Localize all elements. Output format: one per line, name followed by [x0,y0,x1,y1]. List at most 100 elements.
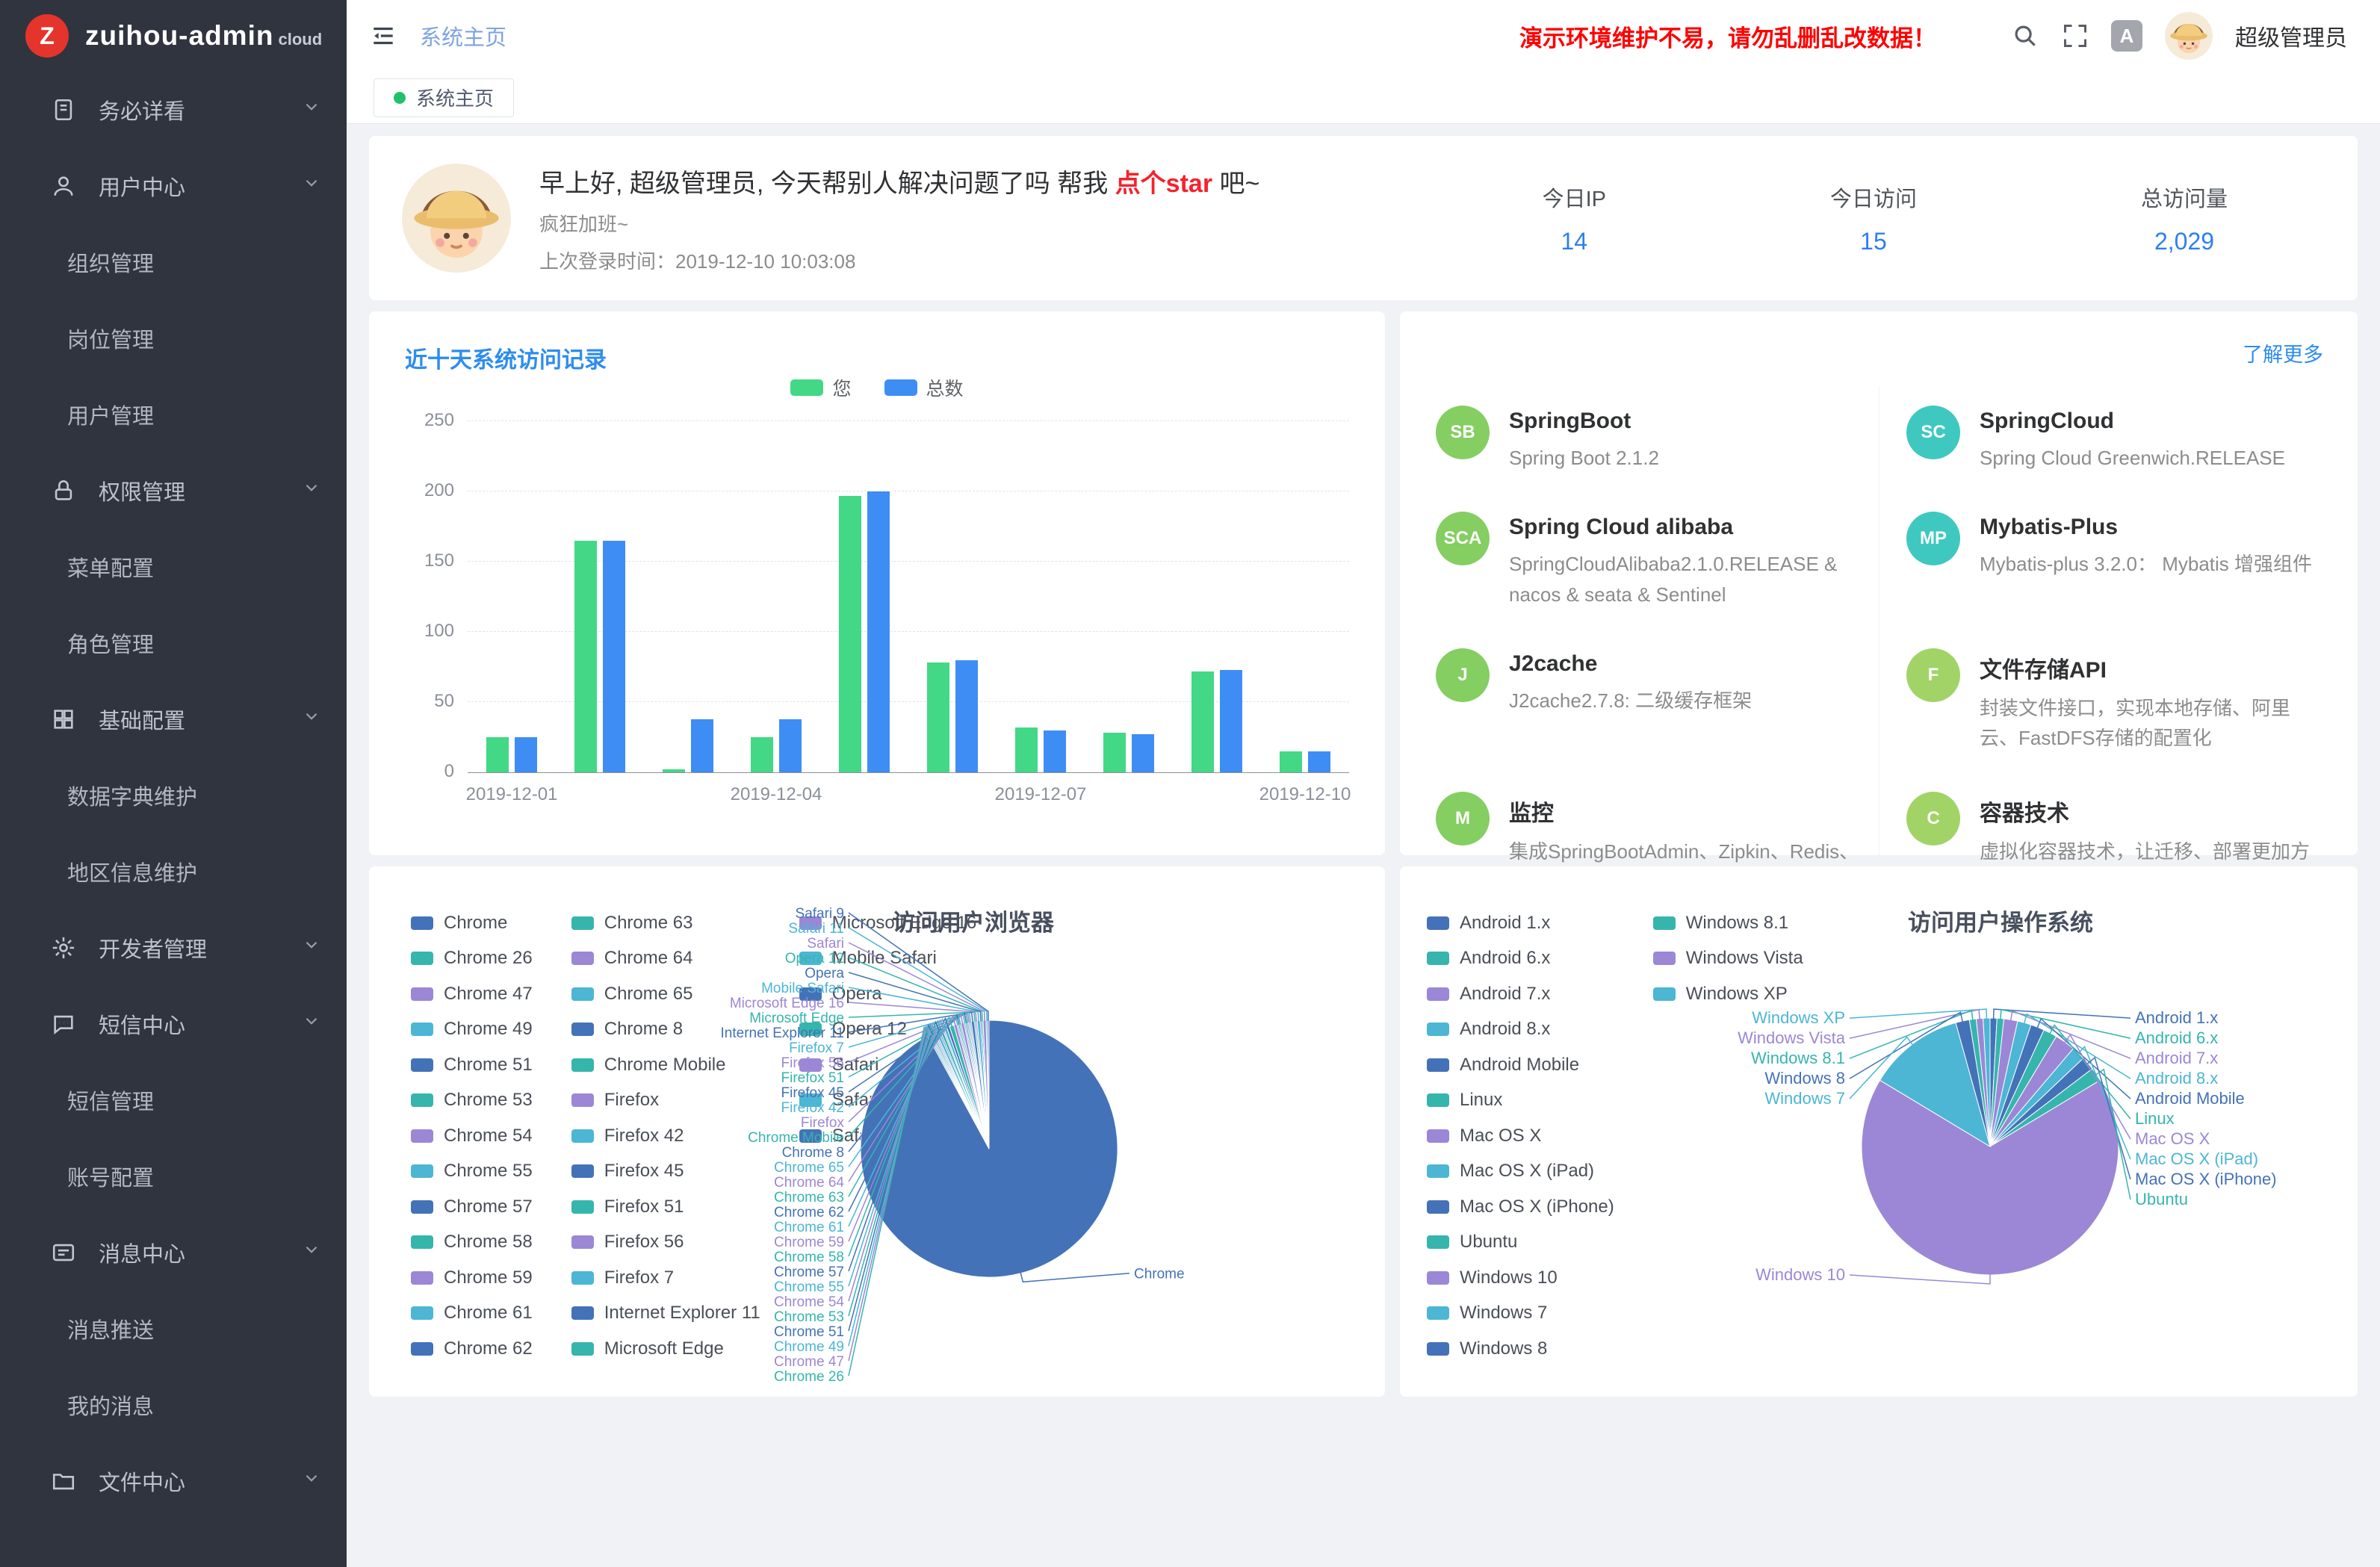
chevron-down-icon [302,707,321,732]
bar- [1015,727,1038,772]
sidebar-subitem[interactable]: 用户管理 [0,376,347,453]
sidebar-subitem-label: 用户管理 [67,399,154,430]
framework-desc: 封装文件接口，实现本地存储、阿里云、FastDFS存储的配置化 [1980,693,2313,754]
sidebar-menu: 务必详看用户中心组织管理岗位管理用户管理权限管理菜单配置角色管理基础配置数据字典… [0,72,347,1519]
pie-label: Windows 10 [1755,1265,1845,1284]
pie-label: Chrome 58 [774,1250,844,1265]
legend-label: 总数 [926,374,964,401]
pie-label-line [1994,1009,2130,1019]
content-area: 早上好, 超级管理员, 今天帮别人解决问题了吗 帮我 点个star 吧~ 疯狂加… [347,124,2380,1567]
tabbar: 系统主页 [347,72,2380,124]
y-axis-label: 200 [424,480,454,501]
sidebar-subitem[interactable]: 组织管理 [0,224,347,300]
sidebar-subitem-label: 岗位管理 [67,323,154,354]
stat-label: 总访问量 [2141,181,2228,213]
sidebar-subitem[interactable]: 消息推送 [0,1291,347,1367]
sidebar-subitem[interactable]: 岗位管理 [0,300,347,376]
pie-label: Chrome 49 [774,1339,844,1355]
pie-label: Android 7.x [2135,1049,2218,1067]
pie-label: Mac OS X [2135,1129,2210,1148]
bar- [1103,733,1126,772]
breadcrumb[interactable]: 系统主页 [420,20,506,52]
stat-today-visits: 今日访问15 [1830,181,1917,255]
bar- [574,541,597,772]
sidebar-subitem[interactable]: 短信管理 [0,1062,347,1138]
bar- [1191,671,1214,772]
pie-label: Mac OS X (iPad) [2135,1149,2258,1168]
framework-badge: J [1436,648,1490,702]
pie-label: Android 6.x [2135,1028,2218,1047]
sidebar-subitem[interactable]: 菜单配置 [0,529,347,605]
sidebar-item-6[interactable]: 消息中心 [0,1214,347,1291]
bar- [927,663,949,772]
bar-plot-wrap: 0501001502002502019-12-012019-12-042019-… [405,422,1349,773]
chevron-down-icon [302,173,321,199]
legend-item[interactable]: 总数 [884,374,964,401]
pie-label-line [849,913,988,1021]
sidebar-subitem-label: 我的消息 [67,1389,154,1421]
chevron-down-icon [302,1240,321,1265]
star-link[interactable]: 点个star [1115,170,1212,198]
app-logo[interactable]: Z zuihou-admincloud [0,0,347,72]
pie-label: Opera [805,966,844,981]
sidebar-item-2[interactable]: 权限管理 [0,453,347,529]
sidebar-item-4[interactable]: 开发者管理 [0,910,347,986]
bar- [603,541,625,772]
pie-label: Firefox 51 [781,1070,844,1086]
sidebar-item-label: 权限管理 [99,475,302,506]
pie-label: Chrome 64 [774,1175,844,1191]
frameworks-grid: SBSpringBootSpring Boot 2.1.2SCSpringClo… [1433,386,2325,946]
framework-text: J2cacheJ2cache2.7.8: 二级缓存框架 [1509,648,1752,716]
last-login: 上次登录时间：2019-12-10 10:03:08 [539,246,1259,274]
font-size-icon[interactable]: A [2111,20,2142,52]
pie-label-line [1850,1274,1990,1284]
chevron-down-icon [302,97,321,122]
sidebar-subitem[interactable]: 账号配置 [0,1138,347,1214]
menu-fold-icon[interactable] [369,22,397,50]
framework-badge: M [1436,792,1490,845]
pie-label: Internet Explorer 11 [721,1025,844,1041]
framework-text: Mybatis-PlusMybatis-plus 3.2.0： Mybatis … [1980,512,2312,579]
charts-row: 近十天系统访问记录 您总数 0501001502002502019-12-012… [369,311,2358,855]
framework-badge: SB [1436,406,1490,459]
sidebar-subitem[interactable]: 我的消息 [0,1367,347,1443]
legend-item[interactable]: 您 [790,374,851,401]
framework-title: J2cache [1509,651,1752,677]
sidebar-item-3[interactable]: 基础配置 [0,681,347,757]
fullscreen-icon[interactable] [2062,22,2089,49]
pie-label-line [849,958,982,1021]
bar- [751,737,773,772]
book-icon [48,94,79,125]
framework-desc: Mybatis-plus 3.2.0： Mybatis 增强组件 [1980,549,2312,579]
learn-more-link[interactable]: 了解更多 [2243,338,2323,367]
tab-home[interactable]: 系统主页 [374,78,514,117]
sidebar-subitem[interactable]: 数据字典维护 [0,757,347,834]
sidebar-subitem-label: 账号配置 [67,1161,154,1192]
browser-pie: Safari 9Safari 11SafariOpera 12OperaMobi… [369,866,1385,1397]
welcome-subtitle: 疯狂加班~ [539,209,1259,237]
sidebar-item-0[interactable]: 务必详看 [0,72,347,148]
chevron-down-icon [302,478,321,503]
pie-label: Chrome 61 [774,1220,844,1235]
pie-label: Microsoft Edge 16 [730,996,844,1011]
user-icon [48,170,79,202]
pie-label: Safari [807,936,844,952]
search-icon[interactable] [2011,22,2039,50]
sidebar-subitem[interactable]: 地区信息维护 [0,834,347,910]
framework-item-1: SCSpringCloudSpring Cloud Greenwich.RELE… [1879,386,2325,492]
sidebar-subitem-label: 消息推送 [67,1313,154,1344]
sidebar-item-5[interactable]: 短信中心 [0,986,347,1062]
sidebar-item-1[interactable]: 用户中心 [0,148,347,224]
framework-text: SpringCloudSpring Cloud Greenwich.RELEAS… [1980,406,2285,473]
avatar[interactable] [2165,12,2213,60]
sidebar-subitem[interactable]: 角色管理 [0,605,347,681]
framework-item-0: SBSpringBootSpring Boot 2.1.2 [1433,386,1879,492]
pie-label: Mobile Safari [761,981,844,996]
pie-label: Windows 7 [1764,1089,1845,1108]
y-axis-label: 150 [424,550,454,571]
stat-total-visits: 总访问量2,029 [2141,181,2228,255]
legend-marker [884,379,917,396]
sidebar-item-7[interactable]: 文件中心 [0,1443,347,1519]
pie-label: Chrome 65 [774,1160,844,1176]
main-area: 系统主页 演示环境维护不易，请勿乱删乱改数据！ A 超级管理员 系统主页 早上好… [347,0,2380,1567]
